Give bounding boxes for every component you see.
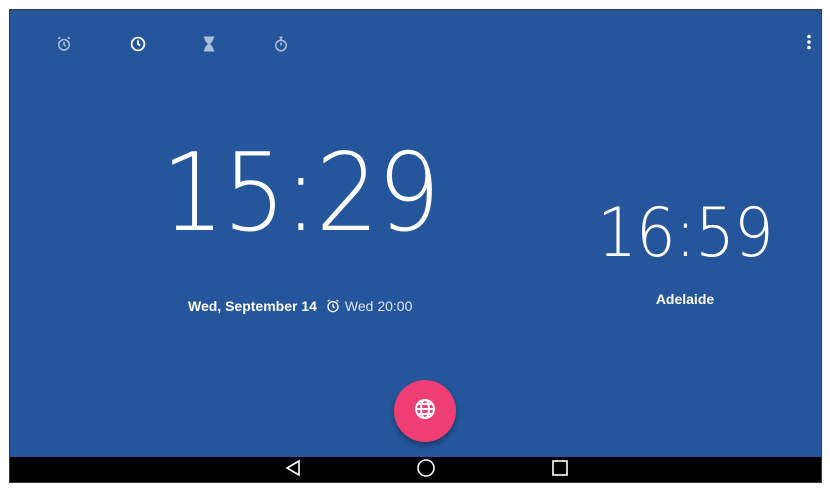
date-alarm-row: Wed, September 14 Wed 20:00 [188, 296, 412, 316]
home-button[interactable] [415, 458, 437, 483]
tab-alarm[interactable] [52, 32, 76, 56]
current-time: 15:29 [161, 131, 440, 256]
home-icon [416, 458, 436, 483]
world-clock-city: Adelaide [655, 291, 715, 307]
world-clock-time: 16:59 [597, 194, 774, 273]
device-frame: 15:29 Wed, September 14 Wed 20:00 16:59 … [9, 9, 822, 483]
overflow-menu-button[interactable] [799, 30, 819, 58]
clock-app: 15:29 Wed, September 14 Wed 20:00 16:59 … [10, 10, 821, 457]
navigation-bar [10, 457, 821, 482]
back-button[interactable] [282, 459, 304, 482]
more-vert-icon [806, 34, 812, 55]
alarm-clock-icon [55, 35, 73, 53]
next-alarm: Wed 20:00 [344, 298, 413, 314]
back-icon [284, 459, 302, 482]
select-cities-button[interactable] [394, 380, 456, 442]
hourglass-icon [201, 35, 217, 53]
stopwatch-icon [272, 35, 290, 53]
alarm-icon [325, 298, 341, 314]
tab-clock[interactable] [126, 32, 150, 56]
tab-stopwatch[interactable] [269, 32, 293, 56]
current-date: Wed, September 14 [188, 298, 317, 314]
tab-timer[interactable] [197, 32, 221, 56]
clock-icon [129, 35, 147, 53]
recents-button[interactable] [549, 459, 571, 482]
globe-icon [413, 397, 437, 426]
recents-icon [551, 459, 569, 482]
